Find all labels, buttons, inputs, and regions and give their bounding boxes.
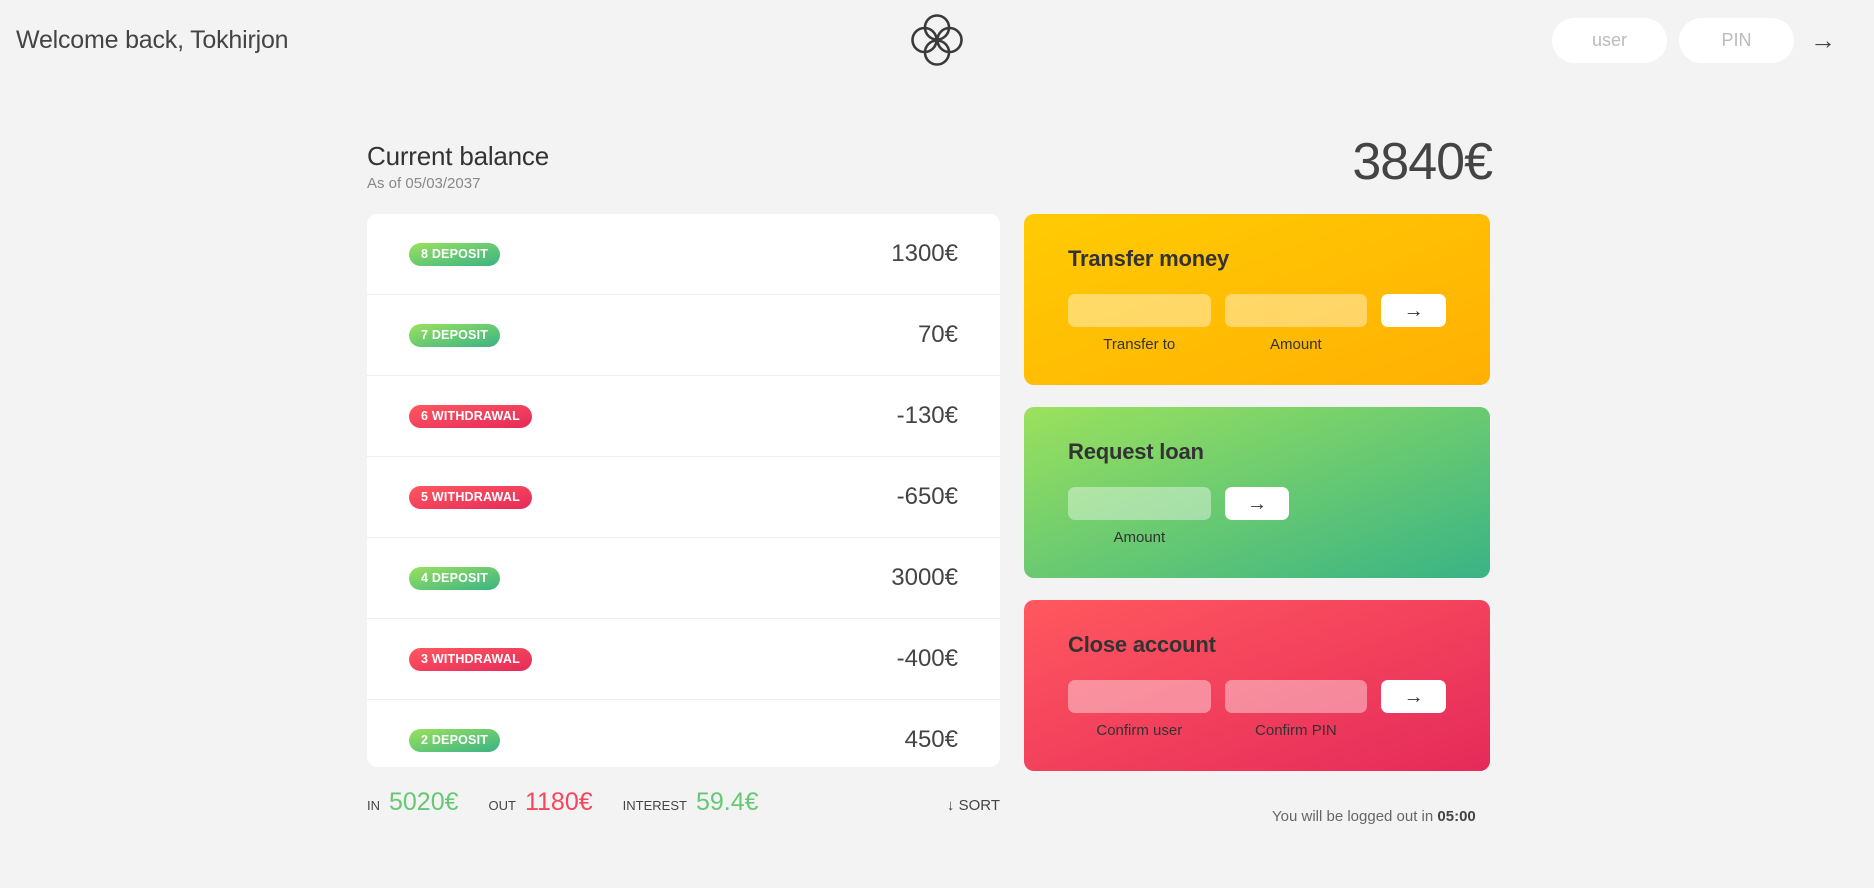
movement-type-badge: 2 DEPOSIT <box>409 728 501 752</box>
logout-timer: You will be logged out in 05:00 <box>1272 808 1476 825</box>
close-user-input[interactable] <box>1068 680 1211 713</box>
movement-value: 70€ <box>917 321 958 348</box>
balance-date: As of 05/03/2037 <box>367 175 481 192</box>
transfer-submit-button[interactable]: → <box>1381 294 1446 327</box>
login-submit-button[interactable]: → <box>1806 27 1840 53</box>
movement-type-badge: 3 WITHDRAWAL <box>409 647 532 671</box>
welcome-message: Welcome back, Tokhirjon <box>16 25 289 54</box>
summary-in-label: IN <box>367 798 380 813</box>
logout-timer-value: 05:00 <box>1437 808 1476 825</box>
summary-in-value: 5020€ <box>389 788 459 816</box>
close-pin-label: Confirm PIN <box>1255 722 1337 739</box>
transfer-money-panel: Transfer money → Transfer to Amount <box>1024 214 1490 385</box>
movement-type-badge: 7 DEPOSIT <box>409 323 501 347</box>
balance-text-group: Current balance As of 05/03/2037 <box>367 141 549 192</box>
movements-list[interactable]: 8 DEPOSIT 1300€ 7 DEPOSIT 70€ 6 WITHDRAWAL -1… <box>367 214 1000 767</box>
logout-timer-text: You will be logged out in <box>1272 808 1438 825</box>
summary-out-value: 1180€ <box>524 788 593 816</box>
movement-type-badge: 5 WITHDRAWAL <box>409 485 532 509</box>
balance-label: Current balance <box>367 141 549 171</box>
movement-row: 5 WITHDRAWAL -650€ <box>367 457 1000 538</box>
login-form: → <box>1552 17 1840 63</box>
loan-amount-input[interactable] <box>1068 487 1211 520</box>
movement-value: -130€ <box>896 402 958 429</box>
summary-bar: IN 5020€ OUT 1180€ INTEREST 59.4€ ↓ SORT <box>367 788 1000 828</box>
loan-amount-label: Amount <box>1113 529 1166 546</box>
transfer-amount-input[interactable] <box>1224 294 1368 327</box>
request-loan-panel: Request loan → Amount <box>1024 407 1490 578</box>
sort-button[interactable]: ↓ SORT <box>947 797 1000 814</box>
close-account-title: Close account <box>1068 632 1216 657</box>
summary-out-label: OUT <box>488 798 516 813</box>
movement-value: 3000€ <box>891 564 958 591</box>
transfer-amount-label: Amount <box>1270 336 1322 353</box>
movement-row: 6 WITHDRAWAL -130€ <box>367 376 1000 457</box>
movement-row: 4 DEPOSIT 3000€ <box>367 538 1000 619</box>
movement-type-badge: 4 DEPOSIT <box>409 566 501 590</box>
request-loan-form: → Amount <box>1068 487 1446 546</box>
close-account-panel: Close account → Confirm user Confirm PIN <box>1024 600 1490 771</box>
movement-value: 450€ <box>904 726 958 753</box>
transfer-to-label: Transfer to <box>1103 336 1176 353</box>
movement-row: 2 DEPOSIT 450€ <box>367 700 1000 767</box>
app-container: Current balance As of 05/03/2037 3840€ 8… <box>367 100 1493 828</box>
summary-interest-value: 59.4€ <box>695 788 759 816</box>
main-grid: 8 DEPOSIT 1300€ 7 DEPOSIT 70€ 6 WITHDRAWAL -1… <box>367 214 1492 771</box>
balance-section: Current balance As of 05/03/2037 3840€ <box>367 100 1493 192</box>
close-account-form: → Confirm user Confirm PIN <box>1068 680 1446 739</box>
transfer-money-title: Transfer money <box>1068 246 1230 271</box>
login-user-input[interactable] <box>1552 17 1667 63</box>
close-submit-button[interactable]: → <box>1381 680 1446 713</box>
login-pin-input[interactable] <box>1679 17 1794 63</box>
close-user-label: Confirm user <box>1096 722 1183 739</box>
bankist-logo <box>906 9 968 71</box>
close-pin-input[interactable] <box>1224 680 1368 713</box>
summary-interest-label: INTEREST <box>622 798 687 813</box>
loan-submit-button[interactable]: → <box>1224 487 1290 520</box>
top-navigation-bar: Welcome back, Tokhirjon → <box>0 0 1874 80</box>
movement-row: 3 WITHDRAWAL -400€ <box>367 619 1000 700</box>
transfer-money-form: → Transfer to Amount <box>1068 294 1446 353</box>
movement-type-badge: 8 DEPOSIT <box>409 242 501 266</box>
balance-value: 3840€ <box>1352 133 1493 191</box>
movement-row: 8 DEPOSIT 1300€ <box>367 214 1000 295</box>
movement-value: -400€ <box>896 645 958 672</box>
movement-value: -650€ <box>896 483 958 510</box>
movement-type-badge: 6 WITHDRAWAL <box>409 404 532 428</box>
transfer-to-input[interactable] <box>1068 294 1211 327</box>
movement-value: 1300€ <box>891 240 958 267</box>
movement-row: 7 DEPOSIT 70€ <box>367 295 1000 376</box>
request-loan-title: Request loan <box>1068 439 1204 464</box>
operations-column: Transfer money → Transfer to Amount Requ… <box>1024 214 1490 771</box>
